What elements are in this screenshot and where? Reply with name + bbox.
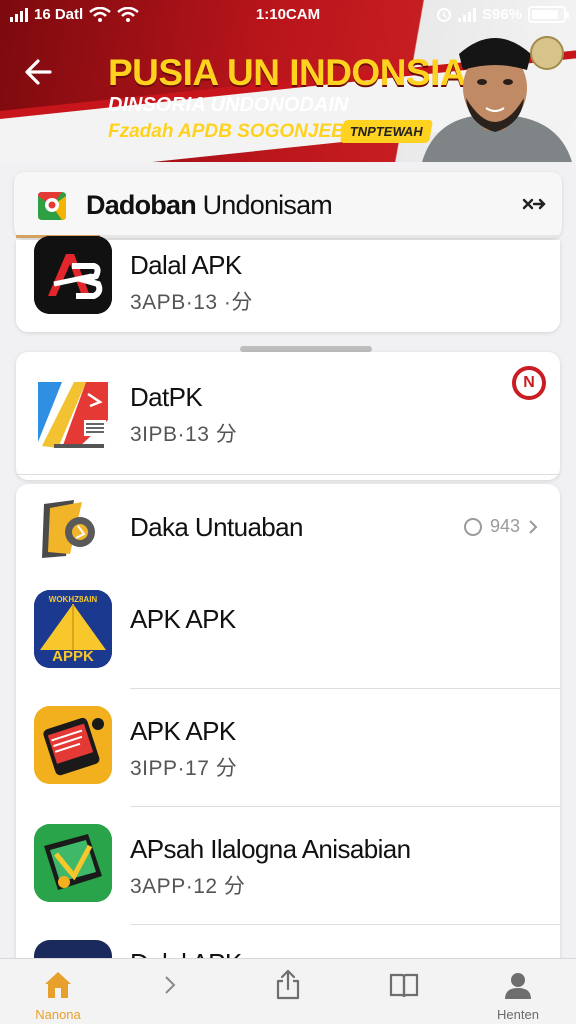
flag-badge-icon[interactable]: N bbox=[512, 366, 546, 400]
battery-fill bbox=[532, 10, 558, 19]
datpk-logo-icon bbox=[34, 376, 112, 454]
battery-percent: S96% bbox=[481, 6, 522, 23]
row-extra-count: 943 bbox=[489, 516, 520, 536]
list-item[interactable]: Daka Untuaban 943 bbox=[16, 484, 560, 570]
app-card[interactable]: Dalal APK 3APB·13 ·分 bbox=[16, 236, 560, 332]
promo-banner[interactable]: 16 Datl 1:10CAM S96% PUSIA UN INDONSIA D… bbox=[0, 0, 576, 162]
app-name: DatPK bbox=[130, 382, 203, 412]
emblem-icon bbox=[530, 36, 564, 70]
daka-app-icon bbox=[42, 500, 95, 558]
bottom-nav: Nanona Henten bbox=[0, 958, 576, 1024]
icon-text-top: WOKHZ8AIN bbox=[48, 595, 98, 604]
list-item[interactable]: WOKHZ8AIN APPK APK APK bbox=[16, 574, 560, 689]
clear-search-icon[interactable] bbox=[518, 190, 548, 220]
nav-profile-label: Henten bbox=[497, 1007, 539, 1022]
nav-home-label: Nanona bbox=[35, 1007, 81, 1022]
app-list: Daka Untuaban 943 WOKHZ8AIN APPK APK APK bbox=[16, 484, 560, 964]
home-icon bbox=[45, 972, 71, 998]
banner-subtitle: DINSORIA UNDONODAIN bbox=[108, 94, 349, 116]
divider bbox=[130, 924, 560, 925]
alarm-icon bbox=[436, 7, 451, 22]
app-meta: 3APB·13 ·分 bbox=[130, 291, 253, 314]
divider bbox=[130, 688, 560, 689]
battery-icon bbox=[528, 6, 569, 23]
back-arrow-icon[interactable] bbox=[20, 52, 60, 92]
list-item[interactable]: APK APK 3IPP·17 分 bbox=[16, 690, 560, 807]
clock-icon bbox=[463, 517, 482, 536]
nav-share[interactable] bbox=[238, 959, 338, 1024]
nav-profile[interactable]: Henten bbox=[468, 959, 568, 1024]
phone-app-icon bbox=[34, 706, 112, 784]
app-name: APK APK bbox=[130, 716, 236, 746]
divider bbox=[16, 474, 560, 475]
search-bar[interactable]: Dadoban Undonisam bbox=[14, 172, 562, 238]
nav-forward[interactable] bbox=[120, 959, 220, 1024]
banner-tagline: Fzadah APDB SOGONJEBIS bbox=[108, 121, 363, 142]
search-query-bold: Dadoban bbox=[86, 190, 197, 220]
share-icon bbox=[276, 969, 300, 1000]
book-icon bbox=[389, 973, 419, 998]
app-meta: 3APP·12 分 bbox=[130, 875, 246, 898]
app-name: APK APK bbox=[130, 604, 236, 634]
nav-home[interactable]: Nanona bbox=[8, 959, 108, 1024]
app-meta: 3IPP·17 分 bbox=[130, 757, 238, 780]
app-name: Daka Untuaban bbox=[130, 512, 303, 542]
app-icon-datpk bbox=[34, 376, 112, 454]
profile-icon bbox=[505, 973, 531, 999]
ab-logo-icon bbox=[34, 236, 112, 314]
app-icon-apsah bbox=[34, 824, 112, 902]
list-item[interactable]: APsah Ilalogna Anisabian 3APP·12 分 bbox=[16, 808, 560, 925]
status-right: S96% bbox=[436, 6, 569, 23]
app-name: APsah Ilalogna Anisabian bbox=[130, 834, 411, 864]
chevron-right-icon bbox=[529, 519, 538, 534]
app-name: Dalal APK bbox=[130, 250, 242, 280]
app-icon-dalal bbox=[34, 236, 112, 314]
icon-text-bottom: APPK bbox=[52, 648, 94, 665]
row-extra: 943 bbox=[463, 516, 538, 537]
app-icon-apk-yellow: WOKHZ8AIN APPK bbox=[34, 590, 112, 668]
app-logo-icon bbox=[38, 192, 66, 220]
app-card[interactable]: DatPK 3IPB·13 分 N bbox=[16, 352, 560, 480]
app-meta: 3IPB·13 分 bbox=[130, 423, 238, 446]
search-query-rest: Undonisam bbox=[195, 190, 333, 220]
green-map-icon bbox=[34, 824, 112, 902]
search-query[interactable]: Dadoban Undonisam bbox=[86, 190, 333, 221]
cell-signal-icon bbox=[457, 7, 476, 22]
banner-title: PUSIA UN INDONSIA bbox=[108, 52, 467, 93]
chevron-right-icon bbox=[165, 976, 176, 994]
divider bbox=[130, 806, 560, 807]
nav-library[interactable] bbox=[354, 959, 454, 1024]
app-icon-apk-phone bbox=[34, 706, 112, 784]
